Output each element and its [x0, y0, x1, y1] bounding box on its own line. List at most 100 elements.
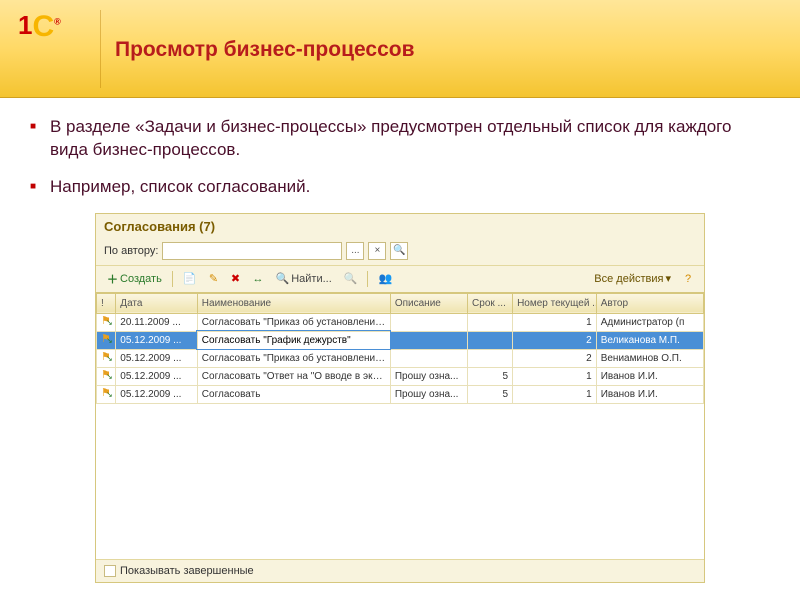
col-num[interactable]: Номер текущей ...	[513, 293, 597, 313]
process-icon	[101, 370, 111, 380]
footer-row: Показывать завершенные	[96, 559, 704, 582]
bullet-item: В разделе «Задачи и бизнес-процессы» пре…	[30, 116, 770, 162]
cell-name: Согласовать "График дежурств"	[197, 331, 390, 349]
cell-author: Иванов И.И.	[596, 385, 703, 403]
pencil-icon: ✎	[209, 272, 218, 285]
cell-desc: Прошу озна...	[390, 385, 467, 403]
table-row[interactable]: 05.12.2009 ...СогласоватьПрошу озна...51…	[97, 385, 704, 403]
cell-name: Согласовать "Ответ на "О вводе в экспл..…	[197, 367, 390, 385]
table-row[interactable]: 20.11.2009 ...Согласовать "Приказ об уст…	[97, 313, 704, 331]
delete-icon: ✖	[231, 272, 240, 285]
cell-num: 1	[513, 313, 597, 331]
cell-term: 5	[468, 385, 513, 403]
cell-name: Согласовать	[197, 385, 390, 403]
edit-button[interactable]: ✎	[204, 269, 224, 289]
cell-term: 5	[468, 367, 513, 385]
process-icon	[101, 352, 111, 362]
table-header: ! Дата Наименование Описание Срок ... Но…	[97, 293, 704, 313]
filter-search-button[interactable]: 🔍	[390, 242, 408, 260]
toolbar: Создать 📄 ✎ ✖ ↔ 🔍 Найти... 🔍 👥 Все дейст…	[96, 265, 704, 292]
cell-num: 1	[513, 367, 597, 385]
cell-name: Согласовать "Приказ об установлении п...	[197, 313, 390, 331]
app-window: Согласования (7) По автору: ... × 🔍 Созд…	[95, 213, 705, 583]
window-title: Согласования (7)	[96, 214, 704, 239]
toolbar-separator	[172, 271, 173, 287]
cell-name: Согласовать "Приказ об установлении п...	[197, 349, 390, 367]
cell-author: Вениаминов О.П.	[596, 349, 703, 367]
show-completed-label: Показывать завершенные	[120, 565, 254, 577]
create-label: Создать	[120, 273, 162, 285]
cell-author: Великанова М.П.	[596, 331, 703, 349]
process-icon	[101, 334, 111, 344]
content-area: В разделе «Задачи и бизнес-процессы» пре…	[0, 98, 800, 583]
col-author[interactable]: Автор	[596, 293, 703, 313]
copy-icon: 📄	[183, 272, 197, 285]
cell-icon	[97, 331, 116, 349]
col-desc[interactable]: Описание	[390, 293, 467, 313]
filter-label: По автору:	[104, 245, 158, 257]
cell-desc	[390, 331, 467, 349]
help-button[interactable]: ?	[678, 269, 698, 289]
magnifier-icon: 🔍	[393, 245, 405, 256]
header-divider	[100, 10, 101, 88]
help-icon: ?	[685, 273, 691, 285]
cell-author: Администратор (п	[596, 313, 703, 331]
hierarchy-button[interactable]: 👥	[373, 269, 397, 289]
toolbar-separator	[367, 271, 368, 287]
col-alert[interactable]: !	[97, 293, 116, 313]
author-filter-input[interactable]	[162, 242, 342, 260]
table-row[interactable]: 05.12.2009 ...Согласовать "Ответ на "О в…	[97, 367, 704, 385]
filter-row: По автору: ... × 🔍	[96, 239, 704, 265]
process-icon	[101, 388, 111, 398]
cell-term	[468, 349, 513, 367]
grid-empty-area	[96, 404, 704, 559]
cell-date: 05.12.2009 ...	[116, 385, 198, 403]
col-name[interactable]: Наименование	[197, 293, 390, 313]
clear-search-icon: 🔍	[344, 272, 358, 285]
logo-1c: 1С®	[18, 10, 61, 44]
hierarchy-icon: 👥	[378, 272, 392, 285]
table-row[interactable]: 05.12.2009 ...Согласовать "Приказ об уст…	[97, 349, 704, 367]
cell-icon	[97, 367, 116, 385]
cell-date: 05.12.2009 ...	[116, 331, 198, 349]
cell-desc	[390, 349, 467, 367]
clear-find-button[interactable]: 🔍	[339, 269, 363, 289]
find-button[interactable]: 🔍 Найти...	[271, 269, 337, 289]
filter-clear-button[interactable]: ×	[368, 242, 386, 260]
refresh-button[interactable]: ↔	[248, 269, 269, 289]
chevron-down-icon: ▾	[665, 272, 671, 285]
cell-date: 05.12.2009 ...	[116, 367, 198, 385]
cell-icon	[97, 313, 116, 331]
all-actions-label: Все действия	[594, 273, 663, 285]
cell-desc	[390, 313, 467, 331]
bullet-item: Например, список согласований.	[30, 176, 770, 199]
process-icon	[101, 316, 111, 326]
cell-author: Иванов И.И.	[596, 367, 703, 385]
cell-date: 20.11.2009 ...	[116, 313, 198, 331]
filter-ellipsis-button[interactable]: ...	[346, 242, 364, 260]
cell-num: 1	[513, 385, 597, 403]
magnifier-icon: 🔍	[276, 272, 290, 285]
col-term[interactable]: Срок ...	[468, 293, 513, 313]
delete-button[interactable]: ✖	[226, 269, 246, 289]
cell-icon	[97, 385, 116, 403]
page-title: Просмотр бизнес-процессов	[115, 38, 415, 62]
header-band: 1С® Просмотр бизнес-процессов	[0, 0, 800, 98]
grid: ! Дата Наименование Описание Срок ... Но…	[96, 292, 704, 559]
find-label: Найти...	[291, 273, 332, 285]
copy-button[interactable]: 📄	[178, 269, 202, 289]
col-date[interactable]: Дата	[116, 293, 198, 313]
table-row[interactable]: 05.12.2009 ...Согласовать "График дежурс…	[97, 331, 704, 349]
create-button[interactable]: Создать	[102, 269, 167, 289]
cell-icon	[97, 349, 116, 367]
cell-num: 2	[513, 349, 597, 367]
cell-num: 2	[513, 331, 597, 349]
cell-term	[468, 313, 513, 331]
cell-term	[468, 331, 513, 349]
bullet-list: В разделе «Задачи и бизнес-процессы» пре…	[30, 116, 770, 199]
cell-desc: Прошу озна...	[390, 367, 467, 385]
cell-date: 05.12.2009 ...	[116, 349, 198, 367]
all-actions-menu[interactable]: Все действия ▾	[589, 269, 676, 289]
show-completed-checkbox[interactable]	[104, 565, 116, 577]
refresh-icon: ↔	[253, 273, 264, 285]
